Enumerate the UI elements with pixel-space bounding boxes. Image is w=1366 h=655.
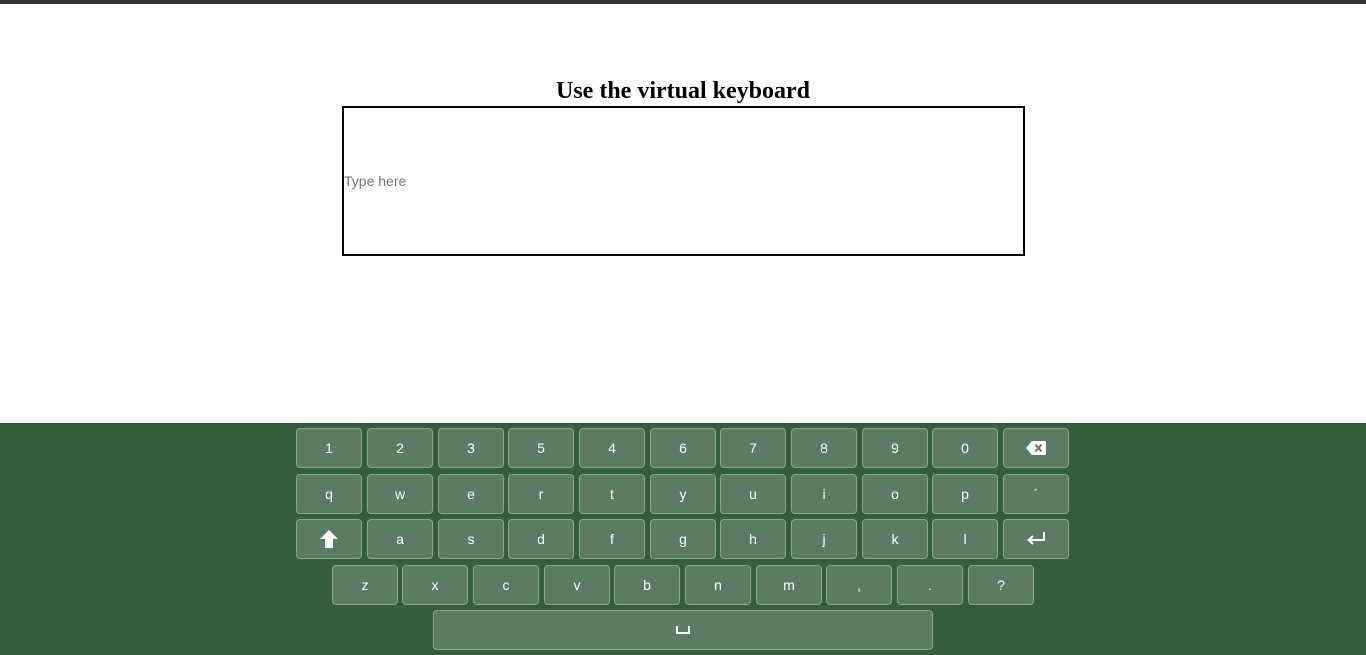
key-label: ? xyxy=(997,577,1005,593)
key-label: r xyxy=(538,486,544,502)
key-label: 7 xyxy=(749,440,757,456)
key-label: k xyxy=(891,531,899,547)
key-label: q xyxy=(325,486,333,502)
space-icon xyxy=(676,626,690,634)
page-title: Use the virtual keyboard xyxy=(556,78,810,104)
key-h[interactable]: h xyxy=(720,519,786,559)
key-9[interactable]: 9 xyxy=(862,428,928,468)
key-label: d xyxy=(537,531,545,547)
key-label: x xyxy=(431,577,439,593)
key-k[interactable]: k xyxy=(862,519,928,559)
key-p[interactable]: p xyxy=(932,474,998,514)
key-w[interactable]: w xyxy=(367,474,433,514)
key-2[interactable]: 2 xyxy=(367,428,433,468)
key-r[interactable]: r xyxy=(508,474,574,514)
virtual-keyboard: 1 2 3 5 4 6 7 8 9 0 q w e r t y u i o p … xyxy=(0,423,1366,655)
enter-icon xyxy=(1026,532,1045,545)
key-x[interactable]: x xyxy=(402,565,468,605)
key-d[interactable]: d xyxy=(508,519,574,559)
key-7[interactable]: 7 xyxy=(720,428,786,468)
key-t[interactable]: t xyxy=(579,474,645,514)
key-v[interactable]: v xyxy=(544,565,610,605)
key-8[interactable]: 8 xyxy=(791,428,857,468)
shift-icon xyxy=(320,530,338,548)
key-0[interactable]: 0 xyxy=(932,428,998,468)
key-acute-accent[interactable]: ´ xyxy=(1003,474,1069,514)
key-label: 6 xyxy=(679,440,687,456)
key-z[interactable]: z xyxy=(332,565,398,605)
key-3[interactable]: 3 xyxy=(438,428,504,468)
text-input-placeholder: Type here xyxy=(344,173,407,189)
key-label: ´ xyxy=(1033,486,1039,502)
key-f[interactable]: f xyxy=(579,519,645,559)
key-label: e xyxy=(467,486,475,502)
key-label: z xyxy=(361,577,369,593)
key-label: a xyxy=(396,531,404,547)
key-label: t xyxy=(610,486,614,502)
key-label: c xyxy=(502,577,510,593)
key-g[interactable]: g xyxy=(650,519,716,559)
key-j[interactable]: j xyxy=(791,519,857,559)
text-input-area[interactable]: Type here xyxy=(342,106,1025,256)
key-period[interactable]: . xyxy=(897,565,963,605)
key-label: g xyxy=(679,531,687,547)
key-label: b xyxy=(643,577,651,593)
key-comma[interactable]: , xyxy=(826,565,892,605)
key-l[interactable]: l xyxy=(932,519,998,559)
key-label: w xyxy=(394,486,406,502)
backspace-key[interactable] xyxy=(1003,428,1069,468)
enter-key[interactable] xyxy=(1003,519,1069,559)
key-a[interactable]: a xyxy=(367,519,433,559)
key-label: 8 xyxy=(820,440,828,456)
key-label: s xyxy=(467,531,475,547)
key-o[interactable]: o xyxy=(862,474,928,514)
key-b[interactable]: b xyxy=(614,565,680,605)
key-6[interactable]: 6 xyxy=(650,428,716,468)
top-bar xyxy=(0,0,1366,4)
key-label: 2 xyxy=(396,440,404,456)
key-label: o xyxy=(891,486,899,502)
key-label: j xyxy=(822,531,826,547)
key-label: 0 xyxy=(961,440,969,456)
key-label: i xyxy=(822,486,826,502)
key-e[interactable]: e xyxy=(438,474,504,514)
key-label: 9 xyxy=(891,440,899,456)
key-label: m xyxy=(783,577,795,593)
space-key[interactable] xyxy=(433,610,933,650)
backspace-icon xyxy=(1026,441,1046,455)
key-label: 1 xyxy=(325,440,333,456)
key-m[interactable]: m xyxy=(756,565,822,605)
key-label: u xyxy=(749,486,757,502)
key-4[interactable]: 4 xyxy=(579,428,645,468)
key-label: v xyxy=(573,577,581,593)
key-label: n xyxy=(714,577,722,593)
key-label: 5 xyxy=(537,440,545,456)
key-label: l xyxy=(963,531,967,547)
shift-key[interactable] xyxy=(296,519,362,559)
key-label: 4 xyxy=(608,440,616,456)
key-label: y xyxy=(679,486,687,502)
key-1[interactable]: 1 xyxy=(296,428,362,468)
key-5[interactable]: 5 xyxy=(508,428,574,468)
key-label: h xyxy=(749,531,757,547)
key-label: . xyxy=(928,577,932,593)
key-i[interactable]: i xyxy=(791,474,857,514)
key-y[interactable]: y xyxy=(650,474,716,514)
key-label: f xyxy=(610,531,614,547)
key-question-mark[interactable]: ? xyxy=(968,565,1034,605)
key-q[interactable]: q xyxy=(296,474,362,514)
key-c[interactable]: c xyxy=(473,565,539,605)
key-n[interactable]: n xyxy=(685,565,751,605)
key-label: , xyxy=(857,577,861,593)
key-u[interactable]: u xyxy=(720,474,786,514)
key-s[interactable]: s xyxy=(438,519,504,559)
key-label: 3 xyxy=(467,440,475,456)
key-label: p xyxy=(961,486,969,502)
